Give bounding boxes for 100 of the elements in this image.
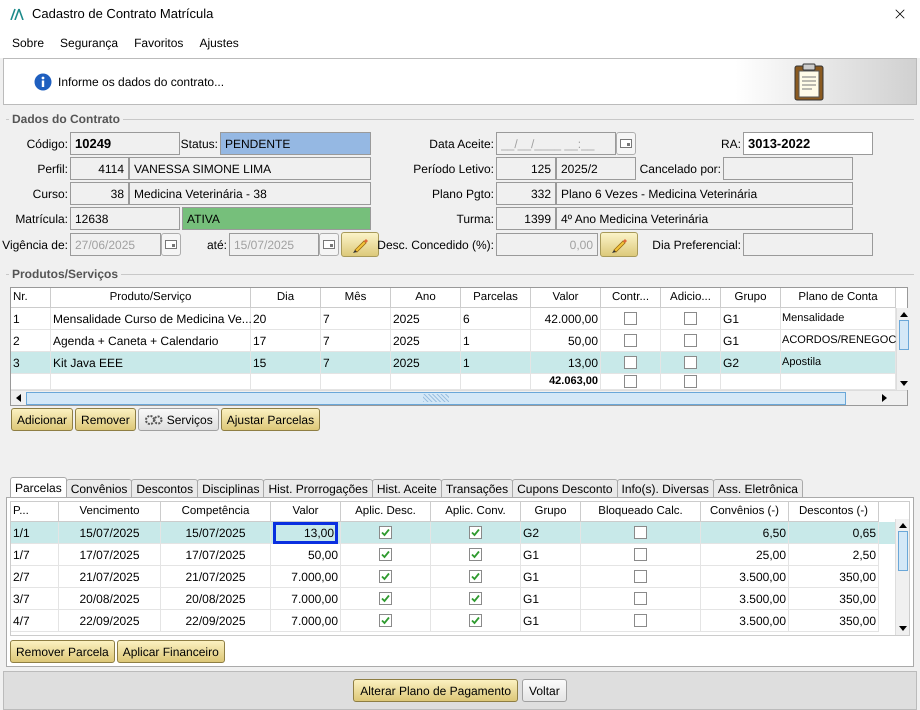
checkbox[interactable] [379, 570, 392, 583]
info-message: Informe os dados do contrato... [58, 74, 224, 90]
checkbox[interactable] [634, 614, 647, 627]
text-field[interactable] [743, 233, 873, 256]
text-field[interactable]: 4114 [70, 157, 129, 180]
checkbox[interactable] [469, 570, 482, 583]
table-cell-text: 0,65 [852, 524, 876, 542]
calendar-button[interactable] [161, 233, 181, 256]
table-cell-text: Mensalidade [782, 311, 844, 326]
date-field[interactable]: __/__/____ __:__ [496, 132, 616, 155]
tab[interactable]: Hist. Aceite [372, 479, 442, 497]
checkbox[interactable] [684, 375, 697, 388]
table-cell-text: G1 [523, 568, 540, 586]
action-button[interactable]: Remover [75, 408, 136, 431]
tab[interactable]: Disciplinas [197, 479, 264, 497]
checkbox[interactable] [684, 334, 697, 347]
footer-button[interactable]: Voltar [522, 679, 567, 702]
down-arrow-icon [898, 626, 906, 631]
status-field[interactable]: PENDENTE [220, 132, 371, 155]
text-field[interactable]: 2025/2 [556, 157, 636, 180]
text-field[interactable]: VANESSA SIMONE LIMA [129, 157, 371, 180]
checkbox[interactable] [624, 312, 637, 325]
table-cell-text: 7 [323, 354, 330, 372]
action-button[interactable]: Aplicar Financeiro [116, 640, 225, 663]
calendar-icon [620, 139, 632, 148]
action-button[interactable]: Remover Parcela [10, 640, 115, 663]
scroll-thumb[interactable] [898, 531, 908, 571]
tab[interactable]: Cupons Desconto [512, 479, 618, 497]
table-cell-text: 2 [13, 332, 20, 350]
text-field[interactable]: 12638 [70, 207, 180, 230]
gears-icon [144, 414, 164, 426]
menu-item[interactable]: Sobre [12, 34, 44, 52]
checkbox[interactable] [469, 592, 482, 605]
tab[interactable]: Info(s). Diversas [616, 479, 714, 497]
horizontal-scrollbar[interactable] [11, 390, 907, 405]
table-row[interactable]: 2 Agenda + Caneta + Calendario 17 7 2025 1 50,00 G1 ACORDOS/RENEGOC [11, 330, 896, 352]
table-cell-text: 1 [463, 354, 470, 372]
column-header[interactable]: Valor [271, 502, 341, 522]
menu-item[interactable]: Favoritos [134, 34, 184, 52]
vertical-scrollbar[interactable] [896, 308, 910, 390]
edit-button[interactable] [341, 232, 379, 257]
text-field[interactable]: 4º Ano Medicina Veterinária [556, 207, 853, 230]
edit-button[interactable] [600, 232, 638, 257]
text-field[interactable]: 125 [496, 157, 556, 180]
scroll-thumb[interactable] [26, 392, 846, 404]
checkbox[interactable] [469, 614, 482, 627]
checkbox[interactable] [379, 614, 392, 627]
tab[interactable]: Hist. Prorrogações [263, 479, 373, 497]
table-cell-text: G1 [523, 546, 540, 564]
table-cell-text: 3.500,00 [739, 612, 786, 630]
text-field[interactable]: 1399 [496, 207, 556, 230]
footer-button[interactable]: Alterar Plano de Pagamento [353, 679, 518, 702]
text-field[interactable]: 38 [70, 182, 129, 205]
text-field[interactable]: 332 [496, 182, 556, 205]
table-cell-text: 15 [253, 354, 266, 372]
table-cell-text: 50,00 [568, 332, 598, 350]
field-label: Vigência de: [2, 236, 68, 254]
checkbox[interactable] [684, 312, 697, 325]
table-cell-text: 21/07/2025 [79, 568, 140, 586]
tab[interactable]: Parcelas [10, 477, 67, 497]
checkbox[interactable] [684, 356, 697, 369]
vertical-scrollbar[interactable] [895, 519, 909, 635]
table-cell-text: 6 [463, 310, 470, 328]
text-field[interactable] [723, 157, 853, 180]
checkbox[interactable] [634, 570, 647, 583]
checkbox[interactable] [379, 526, 392, 539]
checkbox[interactable] [624, 375, 637, 388]
action-button[interactable]: Adicionar [11, 408, 74, 431]
calendar-button[interactable] [616, 132, 636, 155]
checkbox[interactable] [379, 592, 392, 605]
table-row[interactable]: 1 Mensalidade Curso de Medicina Ve...20 7 2025 6 42.000,00 G1 Mensalidade [11, 308, 896, 330]
tab[interactable]: Transações [440, 479, 514, 497]
scroll-thumb[interactable] [898, 320, 908, 350]
checkbox[interactable] [634, 548, 647, 561]
menu-item[interactable]: Ajustes [199, 34, 239, 52]
checkbox[interactable] [469, 548, 482, 561]
checkbox[interactable] [624, 356, 637, 369]
situation-field[interactable]: ATIVA [182, 207, 371, 230]
checkbox[interactable] [634, 526, 647, 539]
tab[interactable]: Convênios [66, 479, 132, 497]
up-arrow-icon [900, 312, 908, 317]
field-label: Plano Pgto: [432, 186, 494, 202]
text-field[interactable]: Medicina Veterinária - 38 [129, 182, 371, 205]
action-button[interactable]: Ajustar Parcelas [220, 408, 320, 431]
tab[interactable]: Ass. Eletrônica [712, 479, 803, 497]
table-row[interactable]: 3 Kit Java EEE 15 7 2025 1 13,00 G2 Apostila [11, 352, 896, 374]
services-button[interactable]: Serviços [138, 408, 219, 431]
calendar-button[interactable] [319, 233, 339, 256]
text-field[interactable]: 3013-2022 [743, 132, 873, 155]
tab[interactable]: Descontos [131, 479, 198, 497]
checkbox[interactable] [469, 526, 482, 539]
menu-item[interactable]: Segurança [60, 34, 118, 52]
text-field[interactable]: 10249 [70, 132, 180, 155]
checkbox[interactable] [624, 334, 637, 347]
table-cell-text: 3/7 [13, 590, 30, 608]
checkbox[interactable] [634, 592, 647, 605]
table-row[interactable]: 1/1 15/07/2025 15/07/2025 13,00 G2 6,50 0,65 [11, 522, 895, 544]
text-field[interactable]: Plano 6 Vezes - Medicina Veterinária [556, 182, 853, 205]
checkbox[interactable] [379, 548, 392, 561]
field-label: Cancelado por: [640, 160, 721, 178]
